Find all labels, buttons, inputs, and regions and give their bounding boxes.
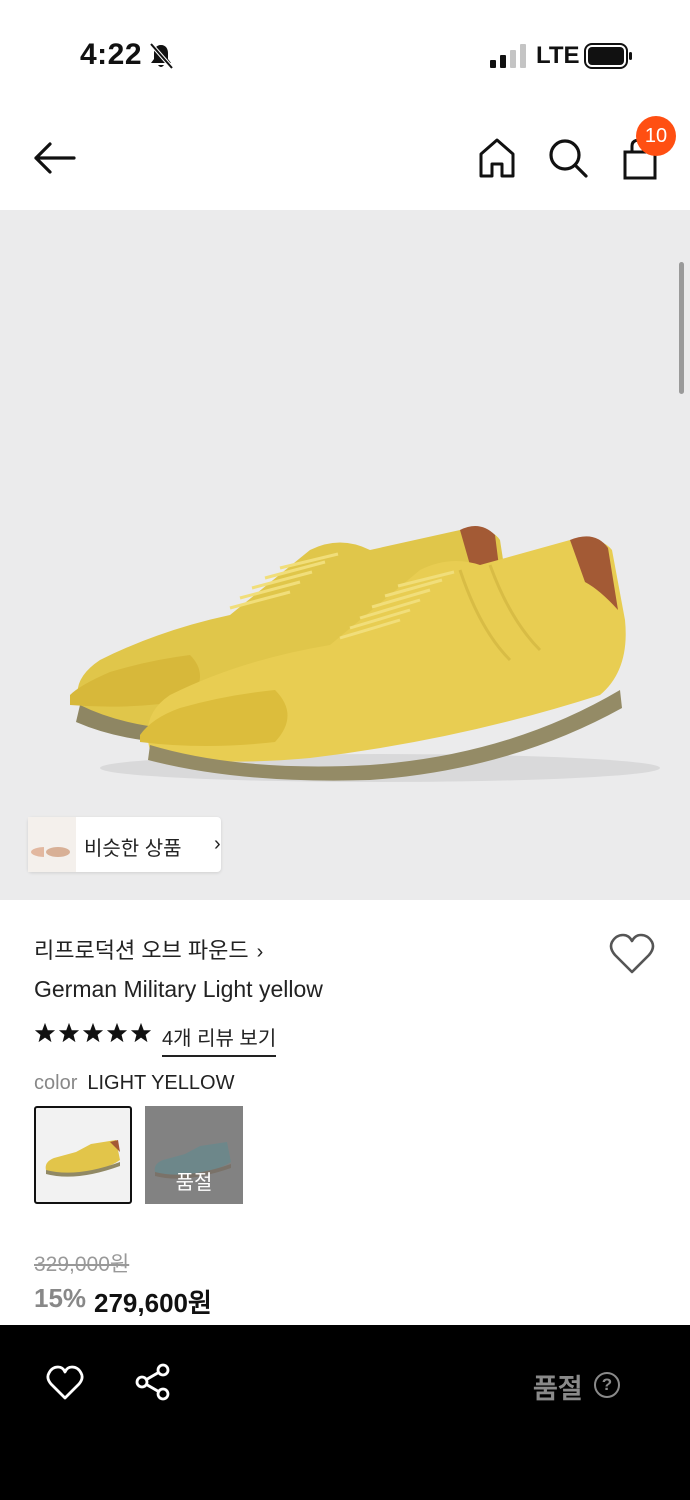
- soldout-label: 품절: [175, 1172, 213, 1194]
- product-image: [70, 526, 660, 782]
- bottom-action-bar: 품절 ?: [0, 1325, 690, 1500]
- color-swatch-light-yellow[interactable]: [34, 1106, 132, 1204]
- similar-products-label: 비슷한 상품: [84, 838, 182, 860]
- review-link[interactable]: 4개 리뷰 보기: [162, 1022, 277, 1057]
- star-icon: [130, 1022, 152, 1043]
- status-bar: 4:22 LTE: [0, 0, 690, 110]
- sale-price: 279,600원: [94, 1288, 212, 1318]
- star-icon: [106, 1022, 128, 1043]
- heart-icon[interactable]: [46, 1365, 84, 1401]
- signal-icon: [490, 44, 526, 68]
- battery-icon: [584, 43, 632, 69]
- help-icon[interactable]: ?: [594, 1372, 620, 1398]
- soldout-status-button[interactable]: 품절: [533, 1367, 583, 1406]
- star-icon: [82, 1022, 104, 1043]
- back-arrow-icon[interactable]: [30, 138, 78, 178]
- chevron-right-icon: ›: [214, 833, 221, 855]
- top-navigation: [0, 110, 690, 210]
- color-selection-label: color LIGHT YELLOW: [34, 1072, 234, 1095]
- similar-product-thumbnail: [44, 817, 78, 872]
- discount-rate: 15%: [34, 1283, 87, 1313]
- search-icon[interactable]: [546, 136, 590, 180]
- star-icon: [58, 1022, 80, 1043]
- rating-stars: [34, 1022, 152, 1052]
- color-value: LIGHT YELLOW: [87, 1072, 235, 1094]
- star-icon: [34, 1022, 56, 1043]
- heart-icon[interactable]: [608, 932, 656, 976]
- product-image-gallery[interactable]: 비슷한 상품 ›: [0, 210, 690, 900]
- brand-name: 리프로덕션 오브 파운드: [34, 938, 249, 963]
- similar-products-button[interactable]: 비슷한 상품 ›: [28, 817, 221, 872]
- brand-link[interactable]: 리프로덕션 오브 파운드 ›: [34, 933, 263, 965]
- chevron-right-icon: ›: [256, 941, 264, 963]
- scrollbar[interactable]: [679, 262, 684, 394]
- cart-count-badge: 10: [636, 116, 676, 156]
- product-name: German Military Light yellow: [34, 976, 323, 1002]
- network-type: LTE: [536, 42, 580, 69]
- color-label: color: [34, 1072, 78, 1094]
- share-icon[interactable]: [134, 1363, 172, 1401]
- original-price: 329,000원: [34, 1253, 130, 1276]
- color-swatch-teal[interactable]: 품절: [145, 1106, 243, 1204]
- status-time: 4:22: [80, 38, 143, 71]
- home-icon[interactable]: [476, 136, 518, 180]
- bell-off-icon: [149, 42, 174, 70]
